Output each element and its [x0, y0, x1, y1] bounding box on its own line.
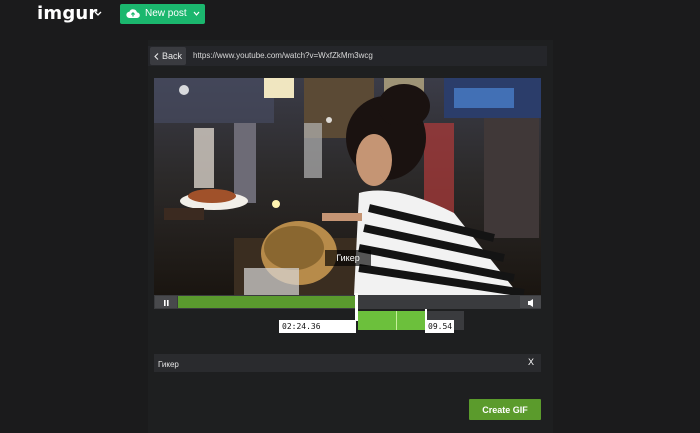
cloud-upload-icon	[126, 9, 140, 19]
top-bar: imgur New post	[0, 0, 700, 30]
caption-input[interactable]	[154, 354, 520, 374]
chevron-down-icon	[193, 11, 200, 16]
start-time-field[interactable]: 02:24.36	[279, 320, 356, 333]
clear-caption-button[interactable]: X	[528, 357, 534, 367]
new-post-label: New post	[145, 8, 187, 19]
video-caption-overlay: Гикер	[325, 250, 371, 266]
chevron-down-icon[interactable]	[93, 9, 103, 19]
create-gif-button[interactable]: Create GIF	[469, 399, 541, 420]
new-post-button[interactable]: New post	[120, 4, 205, 24]
trim-selection[interactable]	[358, 311, 426, 330]
caption-field	[154, 354, 541, 374]
duration-field[interactable]: 09.54	[425, 320, 454, 333]
back-label: Back	[161, 51, 182, 61]
pause-icon	[164, 300, 169, 306]
imgur-logo[interactable]: imgur	[37, 3, 98, 24]
back-button[interactable]: Back	[150, 47, 186, 65]
chevron-left-icon	[154, 52, 159, 60]
trim-marker	[396, 311, 397, 330]
volume-button[interactable]	[520, 296, 541, 308]
playback-progress[interactable]	[178, 296, 356, 308]
pause-button[interactable]	[155, 296, 177, 308]
source-url: https://www.youtube.com/watch?v=WxfZkMm3…	[193, 51, 373, 60]
speaker-icon	[528, 299, 533, 307]
